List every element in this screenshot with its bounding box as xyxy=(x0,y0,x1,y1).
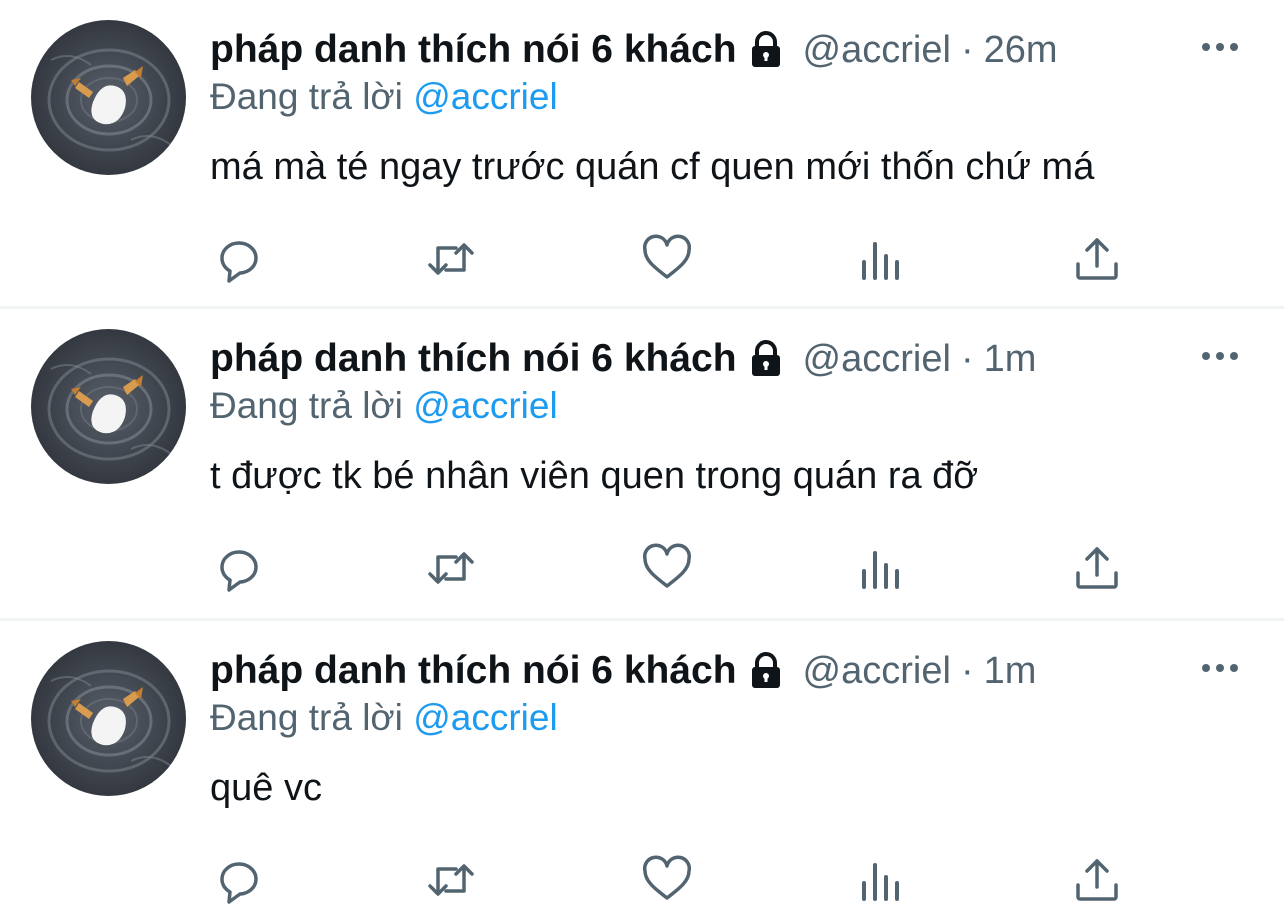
like-icon[interactable] xyxy=(640,853,694,907)
avatar[interactable] xyxy=(31,20,186,175)
replying-mention[interactable]: @accriel xyxy=(413,76,557,117)
tweet[interactable]: pháp danh thích nói 6 khách @accriel · 1… xyxy=(0,618,1284,924)
handle[interactable]: @accriel xyxy=(803,338,951,381)
display-name[interactable]: pháp danh thích nói 6 khách xyxy=(210,28,737,72)
replying-to: Đang trả lời @accriel xyxy=(210,76,558,118)
more-icon[interactable] xyxy=(1200,341,1240,371)
like-icon[interactable] xyxy=(640,541,694,595)
reply-thread: pháp danh thích nói 6 khách @accriel · 2… xyxy=(0,0,1284,924)
timestamp[interactable]: 1m xyxy=(984,650,1037,693)
replying-mention[interactable]: @accriel xyxy=(413,385,557,426)
tweet-text: má mà té ngay trước quán cf quen mới thố… xyxy=(210,146,1095,188)
views-icon[interactable] xyxy=(854,232,908,286)
replying-to: Đang trả lời @accriel xyxy=(210,385,558,427)
tweet[interactable]: pháp danh thích nói 6 khách @accriel · 1… xyxy=(0,306,1284,618)
reply-icon[interactable] xyxy=(212,232,266,286)
more-icon[interactable] xyxy=(1200,653,1240,683)
timestamp[interactable]: 26m xyxy=(984,29,1058,72)
replying-prefix: Đang trả lời xyxy=(210,697,403,738)
display-name[interactable]: pháp danh thích nói 6 khách xyxy=(210,337,737,381)
replying-prefix: Đang trả lời xyxy=(210,385,403,426)
replying-mention[interactable]: @accriel xyxy=(413,697,557,738)
tweet-text: t được tk bé nhân viên quen trong quán r… xyxy=(210,455,979,497)
replying-to: Đang trả lời @accriel xyxy=(210,697,558,739)
lock-icon xyxy=(745,650,787,692)
retweet-icon[interactable] xyxy=(424,541,478,595)
separator: · xyxy=(960,649,974,692)
handle[interactable]: @accriel xyxy=(803,650,951,693)
avatar[interactable] xyxy=(31,641,186,796)
separator: · xyxy=(960,28,974,71)
more-icon[interactable] xyxy=(1200,32,1240,62)
lock-icon xyxy=(745,338,787,380)
avatar[interactable] xyxy=(31,329,186,484)
handle[interactable]: @accriel xyxy=(803,29,951,72)
tweet-text: quê vc xyxy=(210,767,322,809)
action-bar xyxy=(212,232,1118,286)
reply-icon[interactable] xyxy=(212,541,266,595)
separator: · xyxy=(960,337,974,380)
lock-icon xyxy=(745,29,787,71)
action-bar xyxy=(212,853,1118,907)
share-icon[interactable] xyxy=(1070,853,1124,907)
tweet[interactable]: pháp danh thích nói 6 khách @accriel · 2… xyxy=(0,0,1284,306)
replying-prefix: Đang trả lời xyxy=(210,76,403,117)
share-icon[interactable] xyxy=(1070,232,1124,286)
retweet-icon[interactable] xyxy=(424,853,478,907)
timestamp[interactable]: 1m xyxy=(984,338,1037,381)
retweet-icon[interactable] xyxy=(424,232,478,286)
views-icon[interactable] xyxy=(854,541,908,595)
views-icon[interactable] xyxy=(854,853,908,907)
action-bar xyxy=(212,541,1118,595)
display-name[interactable]: pháp danh thích nói 6 khách xyxy=(210,649,737,693)
share-icon[interactable] xyxy=(1070,541,1124,595)
like-icon[interactable] xyxy=(640,232,694,286)
reply-icon[interactable] xyxy=(212,853,266,907)
